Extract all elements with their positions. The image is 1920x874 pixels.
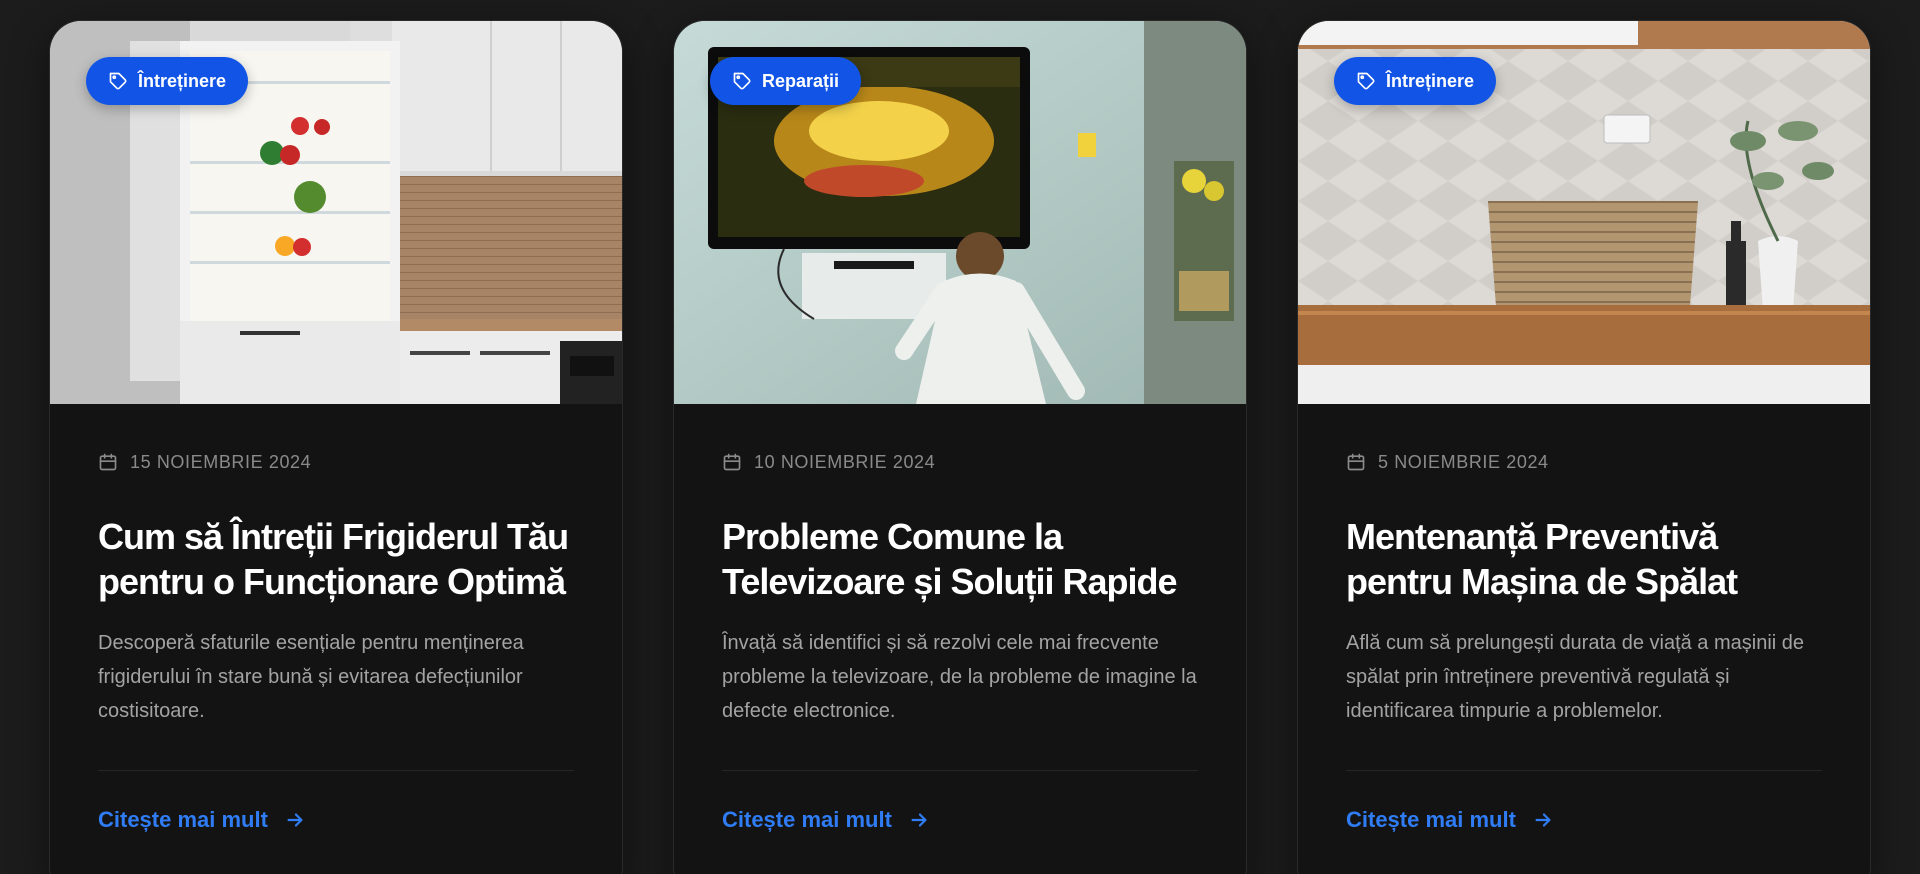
read-more-link[interactable]: Citește mai mult [1346, 807, 1554, 833]
category-tag[interactable]: Întreținere [86, 57, 249, 105]
date-text: 5 NOIEMBRIE 2024 [1378, 451, 1549, 472]
card-image[interactable]: Întreținere [50, 21, 622, 404]
post-date: 5 NOIEMBRIE 2024 [1346, 450, 1822, 474]
tag-label: Întreținere [1386, 70, 1475, 91]
calendar-icon [723, 453, 741, 471]
card-body: 10 NOIEMBRIE 2024 Probleme Comune la Tel… [674, 404, 1246, 833]
post-excerpt: Află cum să prelungești durata de viață … [1346, 632, 1805, 722]
post-title[interactable]: Probleme Comune la Televizoare și Soluți… [722, 514, 1198, 604]
card-image[interactable]: Reparații [674, 21, 1246, 404]
card-divider [1346, 770, 1822, 771]
category-tag[interactable]: Întreținere [1334, 57, 1497, 105]
blog-card[interactable]: Reparații 10 NOIEMBRIE 2024 Probleme Com… [673, 20, 1247, 874]
tag-icon [733, 72, 751, 90]
card-divider [722, 770, 1198, 771]
card-body: 5 NOIEMBRIE 2024 Mentenanță Preventivă p… [1298, 404, 1870, 833]
post-excerpt: Descoperă sfaturile esențiale pentru men… [98, 632, 524, 722]
post-excerpt: Învață să identifici și să rezolvi cele … [722, 632, 1197, 722]
card-divider [98, 770, 574, 771]
tag-label: Întreținere [138, 70, 227, 91]
card-image[interactable]: Întreținere [1298, 21, 1870, 404]
read-more-label: Citește mai mult [98, 807, 268, 832]
tag-icon [109, 72, 127, 90]
calendar-icon [99, 453, 117, 471]
tag-icon [1357, 72, 1375, 90]
calendar-icon [1347, 453, 1365, 471]
arrow-right-icon [911, 813, 927, 827]
post-date: 15 NOIEMBRIE 2024 [98, 450, 574, 474]
arrow-right-icon [287, 813, 303, 827]
read-more-label: Citește mai mult [1346, 807, 1516, 832]
post-date: 10 NOIEMBRIE 2024 [722, 450, 1198, 474]
read-more-label: Citește mai mult [722, 807, 892, 832]
blog-card[interactable]: Întreținere 15 NOIEMBRIE 2024 Cum să Înt… [49, 20, 623, 874]
card-body: 15 NOIEMBRIE 2024 Cum să Întreții Frigid… [50, 404, 622, 833]
tag-label: Reparații [762, 70, 840, 91]
date-text: 15 NOIEMBRIE 2024 [130, 451, 312, 472]
post-title[interactable]: Cum să Întreții Frigiderul Tău pentru o … [98, 514, 574, 604]
read-more-link[interactable]: Citește mai mult [722, 807, 930, 833]
arrow-right-icon [1535, 813, 1551, 827]
read-more-link[interactable]: Citește mai mult [98, 807, 306, 833]
blog-card[interactable]: Întreținere 5 NOIEMBRIE 2024 Mentenanță … [1297, 20, 1871, 874]
category-tag[interactable]: Reparații [710, 57, 862, 105]
post-title[interactable]: Mentenanță Preventivă pentru Mașina de S… [1346, 514, 1822, 604]
date-text: 10 NOIEMBRIE 2024 [754, 451, 936, 472]
blog-card-grid: Întreținere 15 NOIEMBRIE 2024 Cum să Înt… [0, 0, 1920, 874]
